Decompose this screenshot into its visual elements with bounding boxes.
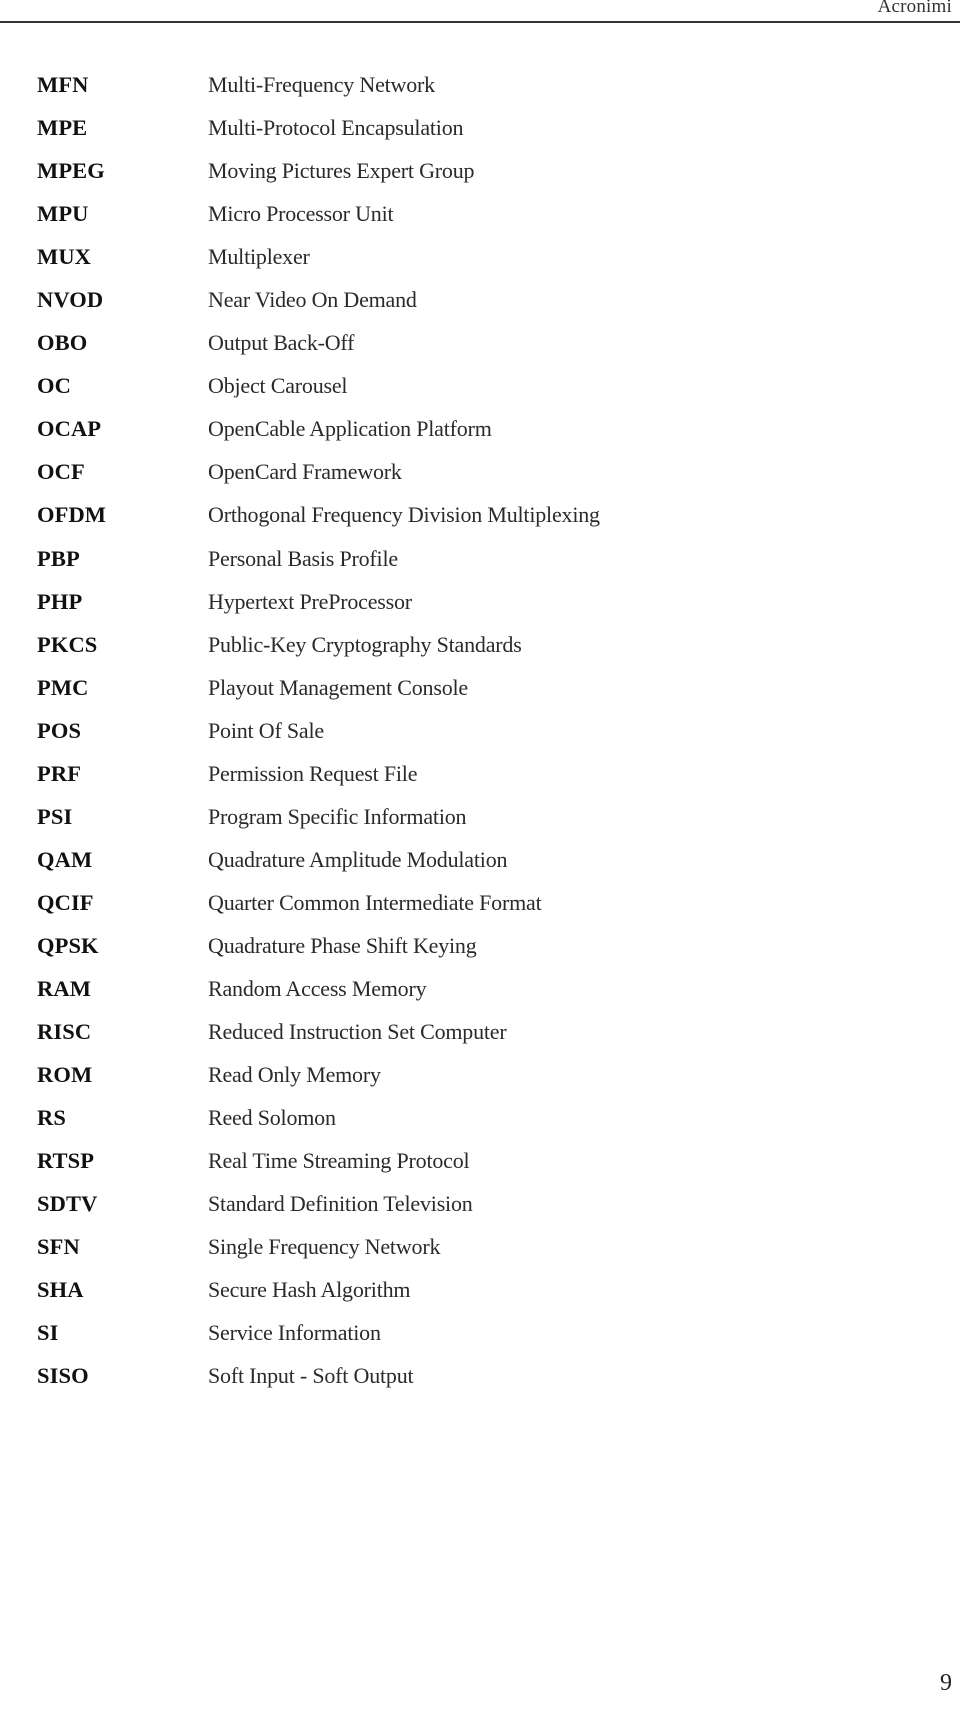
acronym-abbreviation: SDTV xyxy=(37,1191,98,1217)
acronym-definition: Personal Basis Profile xyxy=(208,545,398,571)
acronym-row: ROM Read Only Memory xyxy=(0,1060,960,1103)
acronym-definition: OpenCable Application Platform xyxy=(208,416,492,442)
acronym-row: QPSK Quadrature Phase Shift Keying xyxy=(0,931,960,974)
acronym-abbreviation: PMC xyxy=(37,674,89,700)
acronym-row: SI Service Information xyxy=(0,1318,960,1361)
acronym-row: SFN Single Frequency Network xyxy=(0,1232,960,1275)
acronym-list: MFN Multi-Frequency Network MPE Multi-Proto… xyxy=(0,70,960,1404)
acronym-row: MPE Multi-Protocol Encapsulation xyxy=(0,113,960,156)
acronym-abbreviation: SISO xyxy=(37,1363,89,1389)
acronym-abbreviation: OBO xyxy=(37,330,88,356)
acronym-abbreviation: MFN xyxy=(37,72,89,97)
acronym-abbreviation: RTSP xyxy=(37,1148,95,1174)
acronym-abbreviation: MPU xyxy=(37,201,89,227)
running-header-title: Acronimi xyxy=(877,0,952,17)
acronym-definition: Point Of Sale xyxy=(208,717,324,743)
acronym-definition: Standard Definition Television xyxy=(208,1191,473,1217)
acronym-row: RTSP Real Time Streaming Protocol xyxy=(0,1146,960,1189)
acronym-definition: Playout Management Console xyxy=(208,674,468,700)
acronym-definition: Quadrature Amplitude Modulation xyxy=(208,846,508,872)
acronym-abbreviation: SI xyxy=(37,1320,59,1346)
acronym-abbreviation: PSI xyxy=(37,803,73,829)
acronym-row: OBO Output Back-Off xyxy=(0,328,960,371)
acronym-definition: Object Carousel xyxy=(208,373,348,399)
acronym-row: OCAP OpenCable Application Platform xyxy=(0,414,960,457)
acronym-definition: Micro Processor Unit xyxy=(208,201,394,227)
acronym-abbreviation: PBP xyxy=(37,545,80,571)
acronym-row: RAM Random Access Memory xyxy=(0,974,960,1017)
acronym-row: OCF OpenCard Framework xyxy=(0,457,960,500)
acronym-definition: Multiplexer xyxy=(208,244,310,270)
acronym-definition: Multi-Protocol Encapsulation xyxy=(208,115,464,141)
acronym-definition: Service Information xyxy=(208,1320,381,1346)
acronym-definition: Permission Request File xyxy=(208,760,418,786)
acronym-row: QAM Quadrature Amplitude Modulation xyxy=(0,845,960,888)
acronym-row: SDTV Standard Definition Television xyxy=(0,1189,960,1232)
acronym-definition: Quarter Common Intermediate Format xyxy=(208,889,542,915)
acronym-definition: Read Only Memory xyxy=(208,1062,381,1088)
acronym-definition: Public-Key Cryptography Standards xyxy=(208,631,522,657)
acronym-row: MFN Multi-Frequency Network xyxy=(0,70,960,113)
acronym-abbreviation: RISC xyxy=(37,1019,92,1045)
acronym-row: OC Object Carousel xyxy=(0,371,960,414)
acronym-definition: Reduced Instruction Set Computer xyxy=(208,1019,507,1045)
acronym-definition: Soft Input - Soft Output xyxy=(208,1363,414,1389)
acronym-definition: Hypertext PreProcessor xyxy=(208,588,412,614)
acronym-abbreviation: MUX xyxy=(37,244,92,270)
acronym-abbreviation: ROM xyxy=(37,1062,93,1088)
acronym-definition: Real Time Streaming Protocol xyxy=(208,1148,470,1174)
acronym-row: PKCS Public-Key Cryptography Standards xyxy=(0,630,960,673)
acronym-row: SHA Secure Hash Algorithm xyxy=(0,1275,960,1318)
acronym-abbreviation: PKCS xyxy=(37,631,98,657)
acronym-abbreviation: MPE xyxy=(37,115,88,141)
acronym-row: RS Reed Solomon xyxy=(0,1103,960,1146)
acronym-abbreviation: RS xyxy=(37,1105,66,1131)
acronym-abbreviation: MPEG xyxy=(37,158,105,184)
acronym-definition: Near Video On Demand xyxy=(208,287,417,313)
acronym-definition: OpenCard Framework xyxy=(208,459,402,485)
acronym-row: POS Point Of Sale xyxy=(0,716,960,759)
acronym-abbreviation: OCAP xyxy=(37,416,102,442)
acronym-abbreviation: SHA xyxy=(37,1277,84,1303)
acronym-abbreviation: QCIF xyxy=(37,889,94,915)
acronym-row: PHP Hypertext PreProcessor xyxy=(0,587,960,630)
acronym-definition: Single Frequency Network xyxy=(208,1234,441,1260)
acronym-abbreviation: POS xyxy=(37,717,82,743)
acronym-row: OFDM Orthogonal Frequency Division Multip… xyxy=(0,500,960,543)
acronym-row: RISC Reduced Instruction Set Computer xyxy=(0,1017,960,1060)
acronym-row: PBP Personal Basis Profile xyxy=(0,544,960,587)
acronym-row: MPU Micro Processor Unit xyxy=(0,199,960,242)
acronym-definition: Orthogonal Frequency Division Multiplexi… xyxy=(208,502,600,528)
acronym-row: NVOD Near Video On Demand xyxy=(0,285,960,328)
acronym-abbreviation: NVOD xyxy=(37,287,104,313)
acronym-abbreviation: SFN xyxy=(37,1234,80,1260)
acronym-abbreviation: RAM xyxy=(37,975,92,1001)
acronym-definition: Multi-Frequency Network xyxy=(208,72,435,97)
acronym-row: PRF Permission Request File xyxy=(0,759,960,802)
acronym-definition: Output Back-Off xyxy=(208,330,355,356)
acronym-row: QCIF Quarter Common Intermediate Format xyxy=(0,888,960,931)
acronym-definition: Secure Hash Algorithm xyxy=(208,1277,411,1303)
acronym-definition: Moving Pictures Expert Group xyxy=(208,158,475,184)
acronym-definition: Reed Solomon xyxy=(208,1105,336,1131)
acronym-definition: Random Access Memory xyxy=(208,975,427,1001)
acronym-row: MPEG Moving Pictures Expert Group xyxy=(0,156,960,199)
acronym-abbreviation: QAM xyxy=(37,846,93,872)
acronym-abbreviation: OC xyxy=(37,373,71,399)
page-number: 9 xyxy=(940,1670,952,1696)
acronym-definition: Program Specific Information xyxy=(208,803,467,829)
acronym-abbreviation: OFDM xyxy=(37,502,107,528)
acronym-abbreviation: QPSK xyxy=(37,932,99,958)
running-header: Acronimi xyxy=(0,0,960,23)
acronym-definition: Quadrature Phase Shift Keying xyxy=(208,932,477,958)
acronym-abbreviation: PHP xyxy=(37,588,83,614)
acronym-abbreviation: PRF xyxy=(37,760,82,786)
acronym-row: PMC Playout Management Console xyxy=(0,673,960,716)
acronym-abbreviation: OCF xyxy=(37,459,85,485)
acronym-row: SISO Soft Input - Soft Output xyxy=(0,1361,960,1404)
acronym-row: PSI Program Specific Information xyxy=(0,802,960,845)
acronym-row: MUX Multiplexer xyxy=(0,242,960,285)
